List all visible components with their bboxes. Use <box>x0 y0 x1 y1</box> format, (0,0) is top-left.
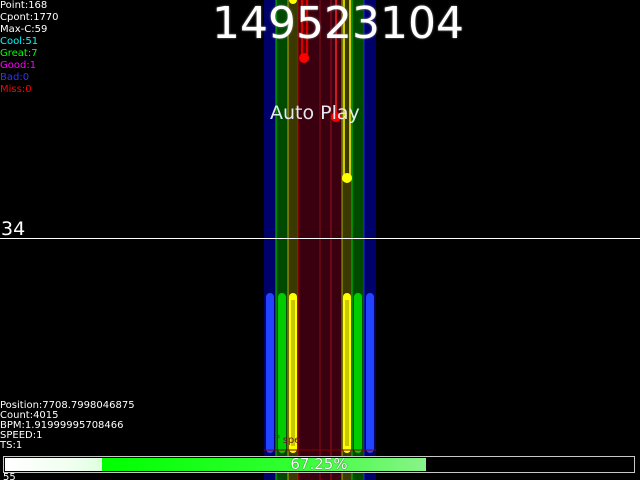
auto-play-label: Auto Play <box>270 102 360 124</box>
stat-point: Point:168 <box>0 0 48 11</box>
song-progress-bar: 67.25% <box>3 456 635 473</box>
stat-cool: Cool:51 <box>0 36 39 47</box>
stat-bad: Bad:0 <box>0 72 30 83</box>
measure-line <box>0 238 640 239</box>
stat-great: Great:7 <box>0 48 38 59</box>
lanes-svg <box>264 0 376 480</box>
long-note-blue-right <box>366 293 374 453</box>
measure-number: 34 <box>1 218 26 240</box>
stat-max-combo: Max-C:59 <box>0 24 48 35</box>
long-note-yellow-right-body <box>345 300 349 446</box>
stat-good: Good:1 <box>0 60 37 71</box>
long-note-green-right <box>354 293 362 453</box>
long-note-green-left <box>278 293 286 453</box>
stat-miss: Miss:0 <box>0 84 32 95</box>
long-note-yellow-left-body <box>291 300 295 446</box>
judgement-stats: Point:168 Cpont:1770 Max-C:59 Cool:51 Gr… <box>0 0 59 96</box>
playfield <box>264 0 376 480</box>
speed-label: f spe <box>276 435 301 446</box>
debug-ts: TS:1 <box>0 440 23 451</box>
score-display: 149523104 <box>212 0 464 49</box>
progress-percent: 67.25% <box>290 455 348 473</box>
long-note-blue-left <box>266 293 274 453</box>
note-head-red <box>299 53 309 63</box>
note-head-yellow <box>342 173 352 183</box>
game-screen: 34 149523104 Auto Play Point:168 Cpont:1… <box>0 0 640 480</box>
bottom-clipped-text: 55 <box>3 472 16 480</box>
debug-info: Position:7708.7998046875 Count:4015 BPM:… <box>0 401 135 451</box>
stat-cpoint: Cpont:1770 <box>0 12 59 23</box>
